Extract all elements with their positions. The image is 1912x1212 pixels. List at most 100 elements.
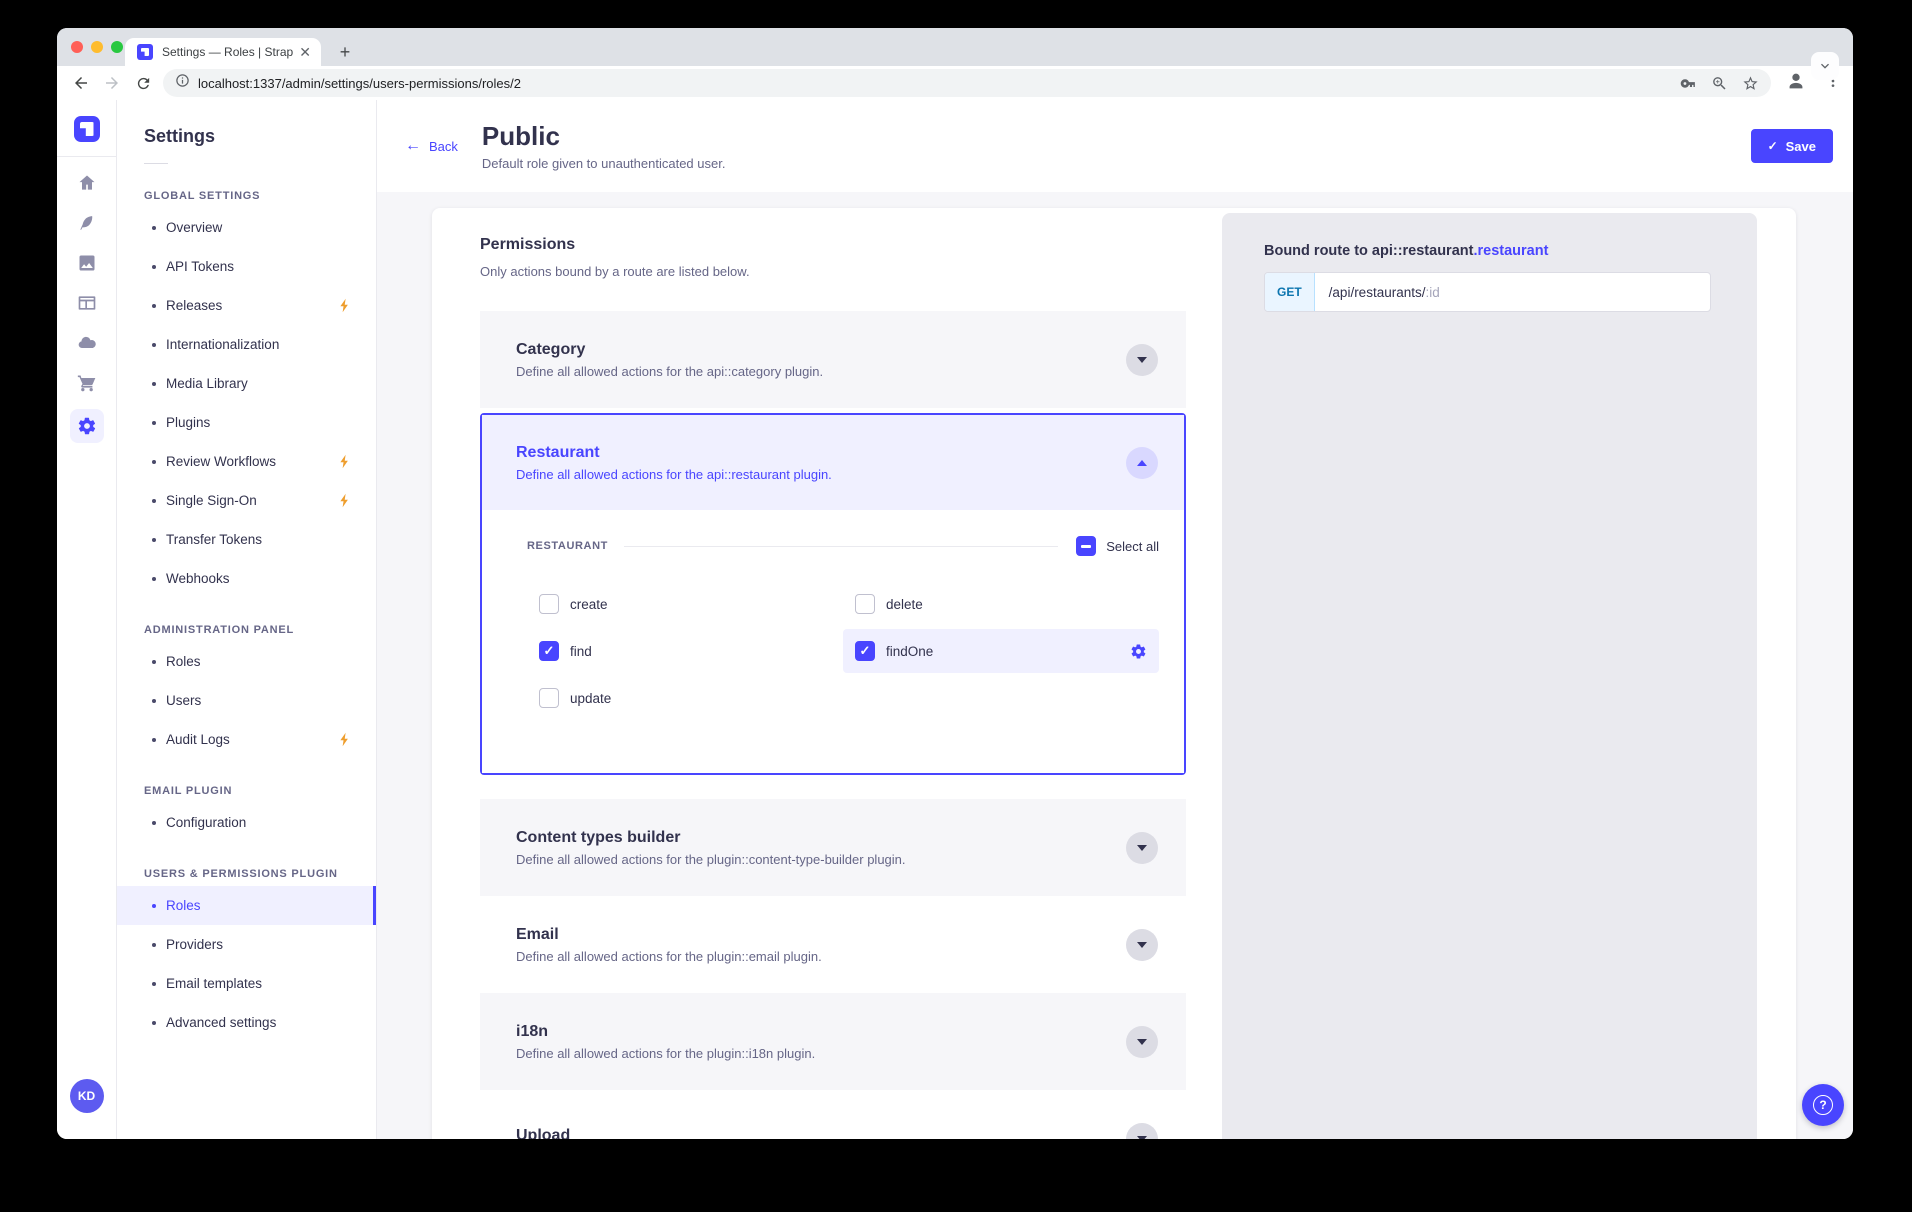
sidebar-item-overview[interactable]: Overview — [117, 208, 376, 247]
new-tab-button[interactable]: + — [333, 40, 357, 64]
divider — [144, 163, 168, 164]
reload-icon[interactable] — [132, 70, 155, 96]
question-mark-icon: ? — [1813, 1095, 1833, 1115]
settings-gear-icon[interactable] — [70, 409, 104, 443]
strapi-logo[interactable] — [74, 116, 100, 142]
divider — [624, 546, 1058, 547]
strapi-favicon — [137, 44, 153, 60]
url-text[interactable]: localhost:1337/admin/settings/users-perm… — [198, 76, 1666, 91]
sidebar-item-advanced-settings[interactable]: Advanced settings — [117, 1003, 376, 1042]
bookmark-star-icon[interactable] — [1742, 75, 1759, 92]
maximize-window-button[interactable] — [111, 41, 123, 53]
chevron-down-icon — [1137, 357, 1147, 363]
profile-avatar-icon[interactable] — [1785, 70, 1807, 97]
help-button[interactable]: ? — [1802, 1084, 1844, 1126]
accordion-email[interactable]: Email Define all allowed actions for the… — [480, 896, 1186, 993]
accordion-upload[interactable]: Upload — [480, 1090, 1186, 1139]
forward-icon[interactable] — [100, 70, 123, 96]
section-users-permissions-plugin: USERS & PERMISSIONS PLUGIN — [117, 868, 376, 880]
chevron-down-icon — [1137, 1136, 1147, 1140]
browser-window: Settings — Roles | Strapi ✕ + localhost:… — [57, 28, 1853, 1139]
tab-title: Settings — Roles | Strapi — [162, 45, 293, 59]
sidebar-item-plugins[interactable]: Plugins — [117, 403, 376, 442]
delete-checkbox[interactable] — [855, 594, 875, 614]
save-button[interactable]: ✓ Save — [1751, 129, 1833, 163]
home-icon[interactable] — [70, 169, 104, 197]
tab-search-chevron-icon[interactable] — [1811, 52, 1839, 80]
accordion-content-types-builder[interactable]: Content types builder Define all allowed… — [480, 799, 1186, 896]
browser-tab[interactable]: Settings — Roles | Strapi ✕ — [125, 38, 321, 66]
accordion-restaurant-header[interactable]: Restaurant Define all allowed actions fo… — [482, 415, 1184, 510]
address-bar[interactable]: localhost:1337/admin/settings/users-perm… — [163, 69, 1771, 97]
section-administration-panel: ADMINISTRATION PANEL — [117, 624, 376, 636]
expand-category-button[interactable] — [1126, 344, 1158, 376]
password-key-icon[interactable] — [1680, 75, 1697, 92]
cloud-icon[interactable] — [70, 329, 104, 357]
permission-delete: delete — [843, 582, 1159, 626]
expand-upload-button[interactable] — [1126, 1123, 1158, 1140]
route-path: /api/restaurants/:id — [1329, 285, 1440, 300]
url-bar: localhost:1337/admin/settings/users-perm… — [57, 66, 1853, 100]
sidebar-item-audit-logs[interactable]: Audit Logs — [117, 720, 376, 759]
section-email-plugin: EMAIL PLUGIN — [117, 785, 376, 797]
update-checkbox[interactable] — [539, 688, 559, 708]
http-method-badge: GET — [1265, 273, 1315, 311]
sidebar-item-api-tokens[interactable]: API Tokens — [117, 247, 376, 286]
sidebar-item-configuration[interactable]: Configuration — [117, 803, 376, 842]
sidebar-item-releases[interactable]: Releases — [117, 286, 376, 325]
marketplace-cart-icon[interactable] — [70, 369, 104, 397]
tab-close-icon[interactable]: ✕ — [299, 45, 311, 59]
zoom-icon[interactable] — [1711, 75, 1728, 92]
main-nav-rail: KD — [57, 100, 117, 1139]
back-icon[interactable] — [69, 70, 92, 96]
sidebar-item-users[interactable]: Users — [117, 681, 376, 720]
site-info-icon[interactable] — [175, 73, 190, 93]
permission-findone[interactable]: findOne — [843, 629, 1159, 673]
close-window-button[interactable] — [71, 41, 83, 53]
sidebar-item-review-workflows[interactable]: Review Workflows — [117, 442, 376, 481]
accordion-i18n[interactable]: i18n Define all allowed actions for the … — [480, 993, 1186, 1090]
bound-route-panel: Bound route to api::restaurant.restauran… — [1222, 213, 1757, 1139]
media-library-icon[interactable] — [70, 249, 104, 277]
sidebar-item-webhooks[interactable]: Webhooks — [117, 559, 376, 598]
back-arrow-icon: ← — [405, 138, 421, 154]
sidebar-item-up-roles[interactable]: Roles — [117, 886, 376, 925]
sidebar-item-single-sign-on[interactable]: Single Sign-On — [117, 481, 376, 520]
select-all-checkbox[interactable] — [1076, 536, 1096, 556]
findone-settings-gear-icon[interactable] — [1130, 643, 1147, 660]
scroll-content[interactable]: Permissions Only actions bound by a rout… — [377, 192, 1853, 1139]
content-manager-icon[interactable] — [70, 209, 104, 237]
accordion-category[interactable]: Category Define all allowed actions for … — [480, 311, 1186, 408]
page-header: ← Back Public Default role given to unau… — [377, 100, 1853, 192]
findone-checkbox[interactable] — [855, 641, 875, 661]
sidebar-item-providers[interactable]: Providers — [117, 925, 376, 964]
sidebar-item-email-templates[interactable]: Email templates — [117, 964, 376, 1003]
collapse-restaurant-button[interactable] — [1126, 447, 1158, 479]
find-checkbox[interactable] — [539, 641, 559, 661]
expand-email-button[interactable] — [1126, 929, 1158, 961]
window-controls[interactable] — [71, 41, 123, 53]
lightning-icon — [339, 493, 350, 508]
page-title: Public — [482, 121, 726, 152]
chevron-down-icon — [1137, 845, 1147, 851]
create-checkbox[interactable] — [539, 594, 559, 614]
sidebar-item-admin-roles[interactable]: Roles — [117, 642, 376, 681]
permission-create: create — [527, 582, 843, 626]
sidebar-item-transfer-tokens[interactable]: Transfer Tokens — [117, 520, 376, 559]
expand-i18n-button[interactable] — [1126, 1026, 1158, 1058]
expand-ctb-button[interactable] — [1126, 832, 1158, 864]
select-all-label: Select all — [1106, 539, 1159, 554]
route-row[interactable]: GET /api/restaurants/:id — [1264, 272, 1711, 312]
user-avatar[interactable]: KD — [70, 1079, 104, 1113]
minimize-window-button[interactable] — [91, 41, 103, 53]
chevron-up-icon — [1137, 460, 1147, 466]
content-type-builder-icon[interactable] — [70, 289, 104, 317]
sidebar-item-media-library[interactable]: Media Library — [117, 364, 376, 403]
permissions-column: Permissions Only actions bound by a rout… — [432, 208, 1222, 1139]
back-link[interactable]: ← Back — [405, 138, 458, 154]
permission-find: find — [527, 629, 843, 673]
page-subtitle: Default role given to unauthenticated us… — [482, 156, 726, 171]
sidebar-item-internationalization[interactable]: Internationalization — [117, 325, 376, 364]
accordion-restaurant-expanded: Restaurant Define all allowed actions fo… — [480, 413, 1186, 775]
check-icon: ✓ — [1768, 139, 1778, 153]
